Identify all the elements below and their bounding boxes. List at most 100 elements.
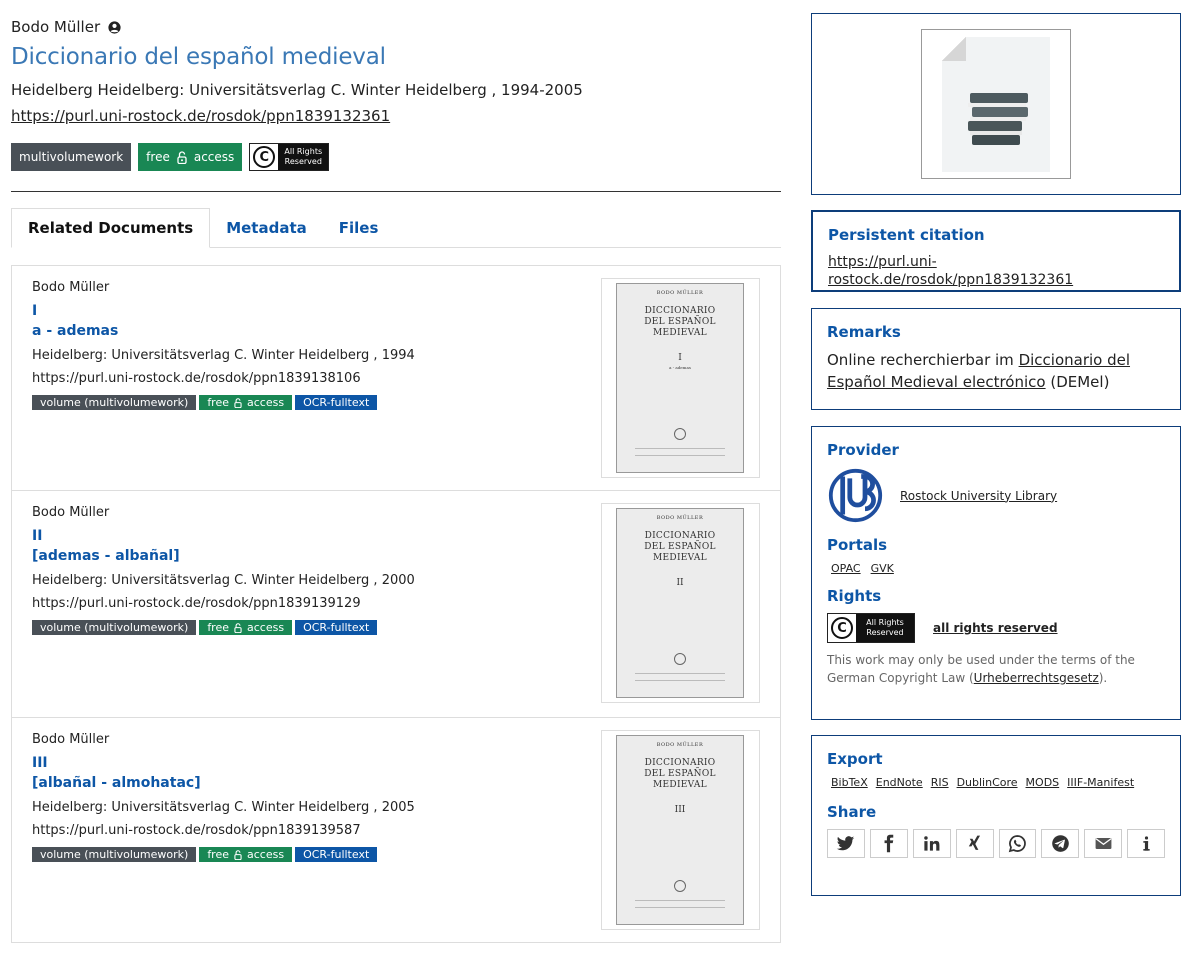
type-badge: multivolumework: [11, 143, 132, 171]
cc-line2: Reserved: [866, 628, 904, 637]
cover-page: BODO MÜLLER DICCIONARIO DEL ESPAÑOL MEDIE…: [616, 735, 744, 925]
remarks-suffix: (DEMel): [1045, 373, 1110, 391]
provider-heading: Provider: [827, 441, 899, 459]
rights-link[interactable]: all rights reserved: [933, 621, 1058, 635]
cover-title-line1: DICCIONARIO: [644, 531, 716, 541]
purl-link[interactable]: https://purl.uni-rostock.de/rosdok/ppn18…: [11, 107, 390, 125]
doc-type-badge: volume (multivolumework): [32, 620, 197, 635]
divider: [11, 191, 781, 192]
cover-author: BODO MÜLLER: [656, 742, 704, 748]
remarks-card: Remarks Online recherchierbar im Diccion…: [811, 308, 1181, 410]
list-item: Bodo Müller III [albañal - almohatac] He…: [12, 718, 780, 942]
export-heading: Export: [827, 750, 883, 768]
share-telegram-button[interactable]: [1041, 829, 1080, 858]
unlock-icon: [234, 849, 242, 860]
cover-image-frame[interactable]: [921, 29, 1071, 179]
portal-gvk-link[interactable]: GVK: [871, 562, 894, 575]
share-heading: Share: [827, 803, 877, 821]
provider-row: Rostock University Library: [827, 467, 1165, 524]
share-twitter-button[interactable]: [827, 829, 865, 858]
share-xing-button[interactable]: [955, 829, 994, 858]
export-dublincore-link[interactable]: DublinCore: [957, 776, 1018, 789]
doc-cover-thumbnail[interactable]: BODO MÜLLER DICCIONARIO DEL ESPAÑOL MEDIE…: [601, 278, 760, 478]
doc-access-badge: free access: [199, 847, 293, 862]
doc-type-badge: volume (multivolumework): [32, 847, 197, 862]
tab-related-documents[interactable]: Related Documents: [11, 208, 211, 248]
main-content: Bodo Müller Diccionario del español medi…: [11, 14, 781, 943]
share-info-button[interactable]: [1127, 829, 1165, 858]
cover-title-line2: DEL ESPAÑOL MEDIEVAL: [644, 317, 716, 338]
facebook-icon: [884, 834, 894, 853]
tab-files[interactable]: Files: [323, 208, 395, 247]
rights-heading: Rights: [827, 587, 882, 605]
list-item: Bodo Müller II [ademas - albañal] Heidel…: [12, 491, 780, 718]
all-rights-reserved-logo[interactable]: C All Rights Reserved: [827, 613, 915, 643]
doc-access-label: access: [247, 396, 285, 409]
remarks-text: Online recherchierbar im Diccionario del…: [827, 349, 1165, 393]
doc-access-free: free: [207, 848, 230, 861]
share-mail-button[interactable]: [1084, 829, 1123, 858]
unlock-icon: [234, 397, 242, 408]
publisher-seal-icon: [674, 653, 686, 665]
doc-cover-thumbnail[interactable]: BODO MÜLLER DICCIONARIO DEL ESPAÑOL MEDIE…: [601, 503, 760, 703]
related-documents-list: Bodo Müller I a - ademas Heidelberg: Uni…: [11, 265, 781, 943]
tab-bar: Related Documents Metadata Files: [11, 208, 781, 248]
cover-page: BODO MÜLLER DICCIONARIO DEL ESPAÑOL MEDIE…: [616, 508, 744, 698]
remarks-heading: Remarks: [827, 323, 901, 341]
doc-type-badge: volume (multivolumework): [32, 395, 197, 410]
twitter-icon: [837, 836, 855, 851]
export-ris-link[interactable]: RIS: [931, 776, 949, 789]
portal-opac-link[interactable]: OPAC: [831, 562, 861, 575]
mail-icon: [1095, 837, 1112, 850]
publication-info: Heidelberg Heidelberg: Universitätsverla…: [11, 81, 583, 99]
share-whatsapp-button[interactable]: [998, 829, 1037, 858]
info-icon: [1142, 836, 1150, 851]
urheberrecht-link[interactable]: Urheberrechtsgesetz: [974, 671, 1099, 685]
cover-author: BODO MÜLLER: [656, 290, 704, 296]
cover-imprint: [635, 900, 725, 908]
share-linkedin-button[interactable]: [912, 829, 951, 858]
access-badge-access: access: [193, 150, 235, 164]
share-buttons: [827, 829, 1165, 858]
author-line: Bodo Müller: [11, 14, 781, 40]
share-facebook-button[interactable]: [869, 829, 908, 858]
university-library-logo-icon[interactable]: [827, 467, 884, 524]
all-rights-reserved-logo: C All Rights Reserved: [249, 143, 330, 171]
rights-text: This work may only be used under the ter…: [827, 651, 1165, 687]
export-iiif-link[interactable]: IIIF-Manifest: [1067, 776, 1134, 789]
doc-ocr-badge: OCR-fulltext: [295, 847, 378, 862]
doc-access-label: access: [247, 621, 285, 634]
export-bibtex-link[interactable]: BibTeX: [831, 776, 868, 789]
doc-access-free: free: [207, 396, 230, 409]
cover-sub: a - ademas: [669, 365, 691, 370]
cc-line1: All Rights: [284, 147, 323, 156]
doc-cover-thumbnail[interactable]: BODO MÜLLER DICCIONARIO DEL ESPAÑOL MEDIE…: [601, 730, 760, 930]
provider-link[interactable]: Rostock University Library: [900, 489, 1057, 503]
doc-access-badge: free access: [199, 395, 293, 410]
cover-title-line1: DICCIONARIO: [644, 306, 716, 316]
copyright-icon: C: [831, 617, 853, 639]
cover-title: DICCIONARIO DEL ESPAÑOL MEDIEVAL: [617, 758, 743, 791]
citation-card: Persistent citation https://purl.uni-ros…: [811, 210, 1181, 292]
citation-link[interactable]: https://purl.uni-rostock.de/rosdok/ppn18…: [828, 254, 1073, 288]
cover-number: I: [678, 353, 682, 363]
tab-metadata[interactable]: Metadata: [210, 208, 323, 247]
cover-imprint: [635, 448, 725, 456]
citation-heading: Persistent citation: [828, 226, 985, 244]
access-badge: free access: [138, 143, 243, 171]
cover-page: BODO MÜLLER DICCIONARIO DEL ESPAÑOL MEDIE…: [616, 283, 744, 473]
cover-title-line1: DICCIONARIO: [644, 758, 716, 768]
author-name[interactable]: Bodo Müller: [11, 18, 100, 36]
whatsapp-icon: [1008, 835, 1026, 853]
cover-imprint: [635, 673, 725, 681]
user-icon[interactable]: [108, 20, 121, 34]
export-endnote-link[interactable]: EndNote: [876, 776, 923, 789]
portals-heading: Portals: [827, 536, 888, 554]
access-badge-free: free: [146, 150, 170, 164]
cover-title-line2: DEL ESPAÑOL MEDIEVAL: [644, 542, 716, 563]
export-card: Export BibTeX EndNote RIS DublinCore MOD…: [811, 735, 1181, 896]
cover-title: DICCIONARIO DEL ESPAÑOL MEDIEVAL: [617, 306, 743, 339]
provider-card: Provider Rostock University Library Port…: [811, 426, 1181, 720]
export-mods-link[interactable]: MODS: [1026, 776, 1060, 789]
unlock-icon: [177, 150, 187, 164]
